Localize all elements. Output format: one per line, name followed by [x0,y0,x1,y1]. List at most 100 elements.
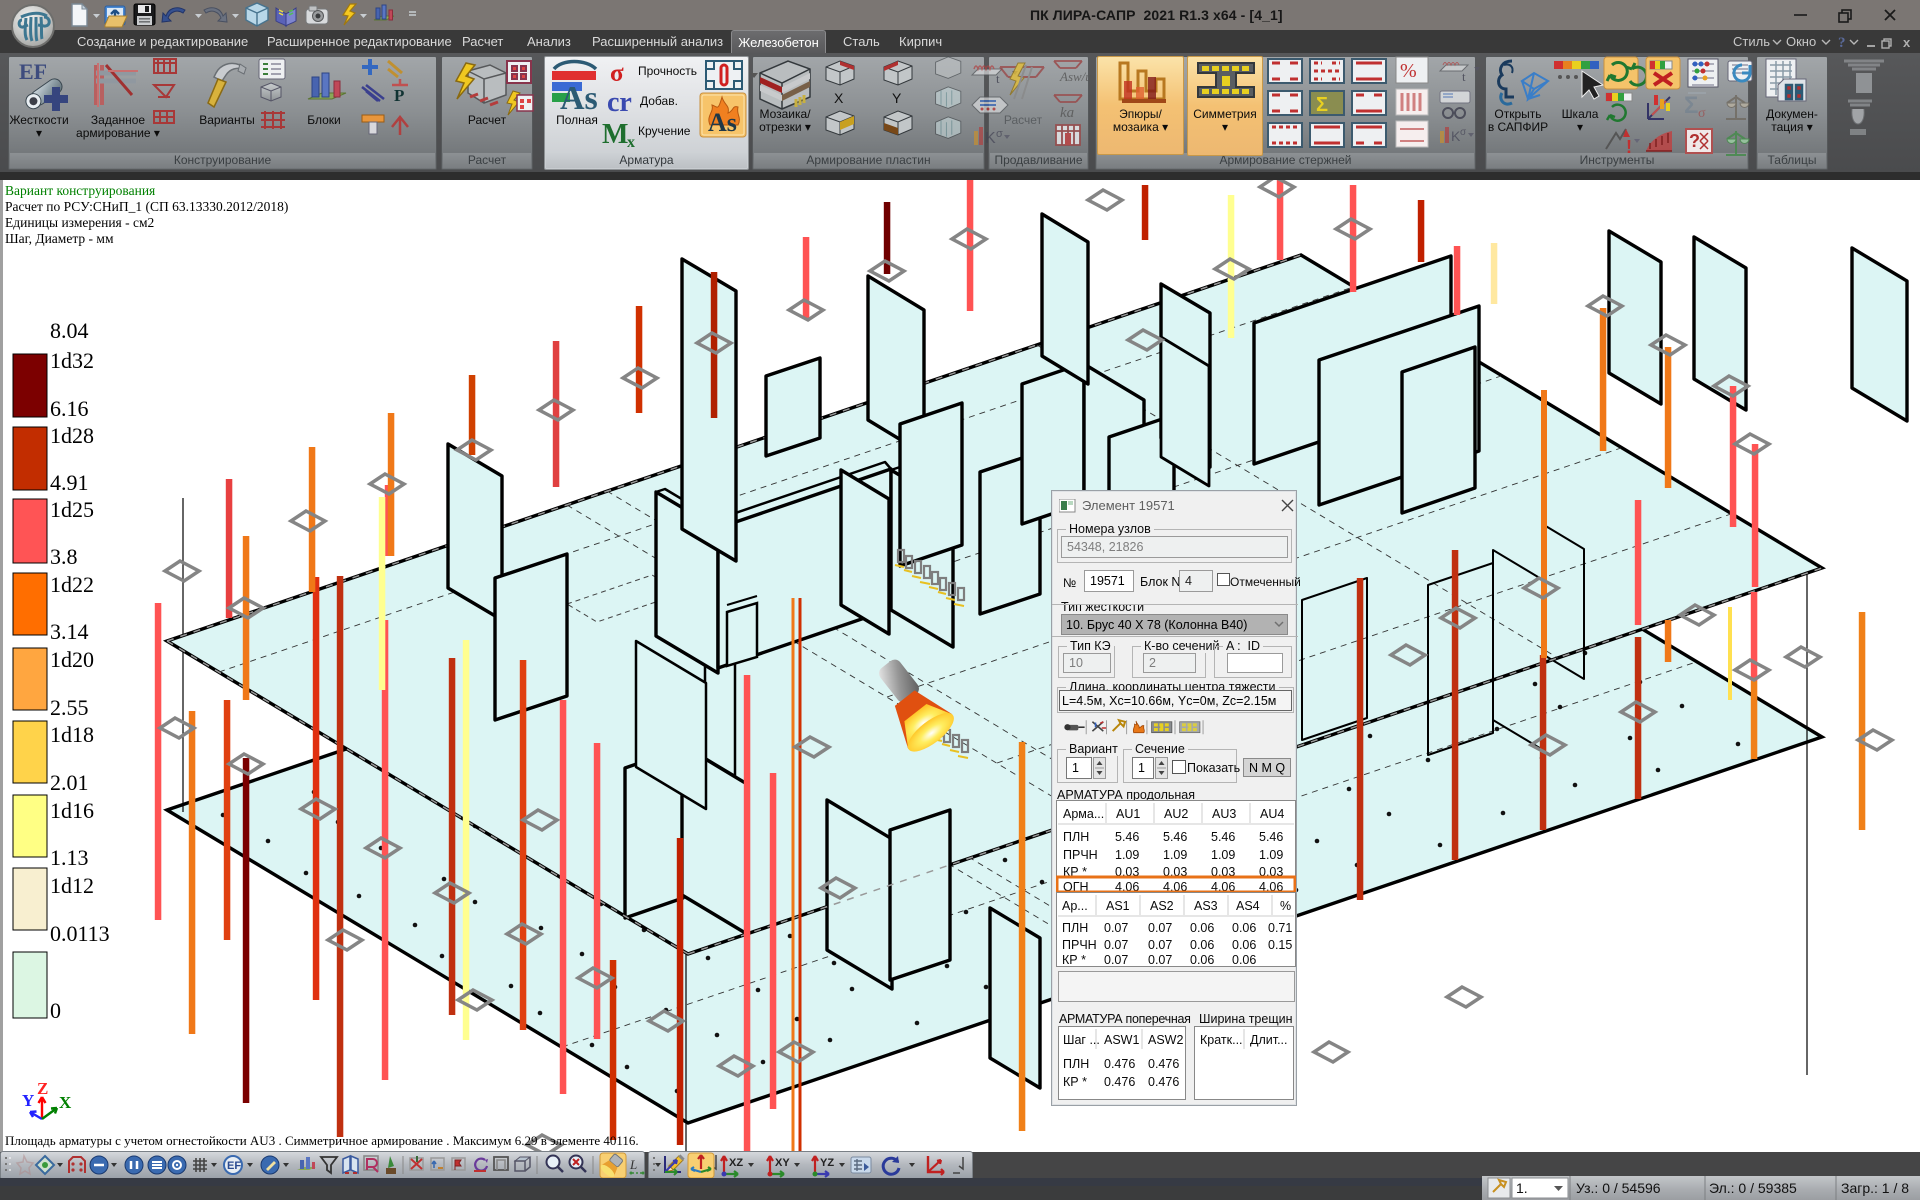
svg-text:X: X [834,90,844,106]
svg-text:ОГН: ОГН [1063,880,1089,892]
svg-text:Σ: Σ [1684,92,1698,119]
svg-text:Asw/u: Asw/u [1059,69,1092,84]
svg-text:5.46: 5.46 [1115,830,1139,844]
svg-text:2.55: 2.55 [50,695,89,720]
svg-text:1.13: 1.13 [50,845,89,870]
svg-text:4.06: 4.06 [1115,880,1139,892]
svg-text:0.476: 0.476 [1148,1075,1179,1089]
svg-text:4.06: 4.06 [1163,880,1187,892]
svg-text:L: L [629,1157,637,1172]
svg-text:0.06: 0.06 [1232,953,1256,967]
svg-text:Уз.: 0 / 54596: Уз.: 0 / 54596 [1576,1180,1661,1196]
svg-text:K: K [985,130,996,147]
svg-text:0.06: 0.06 [1232,938,1256,952]
svg-text:КР *: КР * [1062,953,1086,967]
svg-text:Ар...: Ар... [1062,899,1088,913]
svg-text:КР *: КР * [1063,1075,1087,1089]
svg-text:cr: cr [607,87,632,118]
svg-text:ПЛН: ПЛН [1063,830,1089,844]
svg-text:t: t [996,71,1000,86]
svg-text:AS1: AS1 [1106,899,1130,913]
svg-text:AU3: AU3 [1212,807,1236,821]
svg-text:?: ? [1838,35,1846,51]
svg-text:1d18: 1d18 [50,722,94,747]
svg-text:0.06: 0.06 [1232,921,1256,935]
svg-text:0.71: 0.71 [1268,921,1292,935]
svg-text:ПЛН: ПЛН [1063,1057,1089,1071]
svg-text:t: t [1462,69,1466,84]
svg-text:8.04: 8.04 [50,318,89,343]
svg-text:1.09: 1.09 [1163,848,1187,862]
svg-text:ПЛН: ПЛН [1062,921,1088,935]
svg-text:1.09: 1.09 [1259,848,1283,862]
svg-text:EF: EF [19,59,47,84]
svg-text:σ: σ [1698,106,1706,121]
svg-text:Арма...: Арма... [1063,807,1104,821]
svg-text:XZ: XZ [729,1157,743,1169]
svg-text:4.06: 4.06 [1211,880,1235,892]
svg-text:3.8: 3.8 [50,544,78,569]
svg-text:Z: Z [37,1080,48,1098]
svg-text:1d16: 1d16 [50,798,94,823]
svg-text:%: % [1280,899,1291,913]
svg-text:Эл.: 0 / 59385: Эл.: 0 / 59385 [1709,1180,1797,1196]
svg-text:0.15: 0.15 [1268,938,1292,952]
svg-text:σ: σ [610,60,624,87]
svg-text:0.07: 0.07 [1148,938,1172,952]
svg-text:0.476: 0.476 [1104,1057,1135,1071]
svg-text:Кратк...: Кратк... [1200,1033,1243,1047]
svg-text:Y: Y [892,90,902,106]
svg-text:XY: XY [775,1157,790,1169]
svg-text:1d32: 1d32 [50,348,94,373]
svg-text:AS3: AS3 [1194,899,1218,913]
svg-text:0.06: 0.06 [1190,938,1214,952]
svg-text:Шаг ...: Шаг ... [1063,1033,1100,1047]
svg-text:1d25: 1d25 [50,497,94,522]
svg-text:P: P [394,86,404,105]
svg-text:σ: σ [996,128,1003,140]
svg-text:Длит...: Длит... [1250,1033,1288,1047]
svg-text:!: ! [1626,137,1632,157]
svg-text:0.07: 0.07 [1148,921,1172,935]
svg-text:0.476: 0.476 [1104,1075,1135,1089]
svg-text:ПРЧН: ПРЧН [1063,848,1098,862]
svg-text:AS2: AS2 [1150,899,1174,913]
svg-text:4.06: 4.06 [1259,880,1283,892]
svg-text:M: M [602,119,628,150]
svg-text:ASW2: ASW2 [1148,1033,1183,1047]
svg-text:2.01: 2.01 [50,770,89,795]
svg-text:0: 0 [50,998,61,1023]
svg-text:3.14: 3.14 [50,619,89,644]
svg-text:Y: Y [22,1091,34,1110]
svg-text:EF: EF [227,1160,241,1172]
svg-text:1d28: 1d28 [50,423,94,448]
svg-text:5.46: 5.46 [1163,830,1187,844]
svg-text:ka: ka [1060,105,1074,121]
svg-text:0.476: 0.476 [1148,1057,1179,1071]
svg-text:0.07: 0.07 [1104,953,1128,967]
svg-text:?: ? [1689,131,1700,151]
svg-text:ASW1: ASW1 [1104,1033,1139,1047]
svg-text:6.16: 6.16 [50,396,89,421]
svg-text:AU4: AU4 [1260,807,1284,821]
svg-text:σ: σ [1460,127,1467,138]
svg-text:As: As [560,80,598,117]
svg-text:AU1: AU1 [1116,807,1140,821]
svg-text:0.0113: 0.0113 [50,921,110,946]
svg-text:1d12: 1d12 [50,873,94,898]
svg-text:Загр.: 1 / 8: Загр.: 1 / 8 [1841,1180,1909,1196]
svg-text:0.07: 0.07 [1104,938,1128,952]
svg-text:X: X [59,1093,72,1112]
svg-text:ПРЧН: ПРЧН [1062,938,1097,952]
svg-text:YZ: YZ [820,1157,834,1169]
svg-text:x: x [627,134,635,151]
svg-text:4.91: 4.91 [50,470,89,495]
svg-text:0.07: 0.07 [1104,921,1128,935]
svg-text:1d20: 1d20 [50,647,94,672]
svg-text:0.06: 0.06 [1190,953,1214,967]
svg-text:Σ: Σ [1316,94,1328,116]
svg-text:AU2: AU2 [1164,807,1188,821]
svg-text:5.46: 5.46 [1259,830,1283,844]
svg-text:x: x [1903,35,1911,50]
svg-text:AS4: AS4 [1236,899,1260,913]
